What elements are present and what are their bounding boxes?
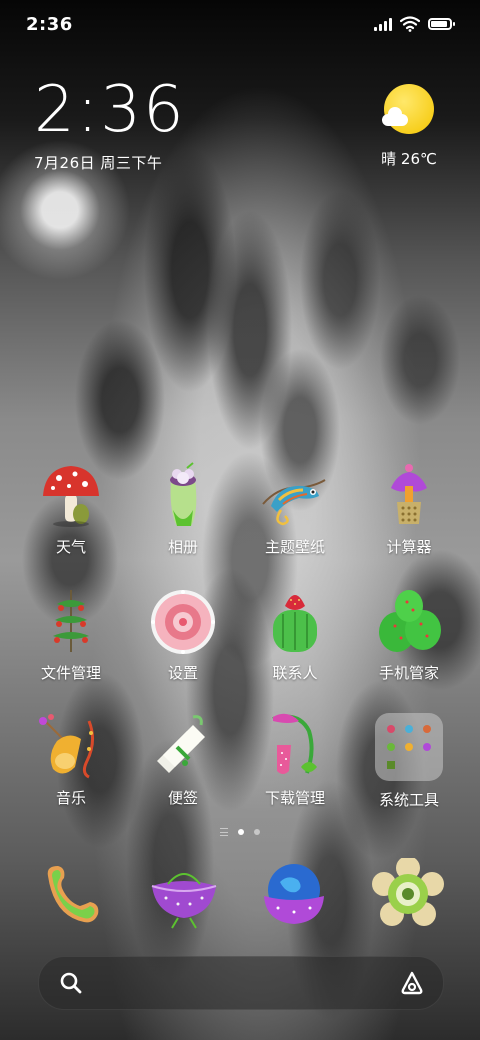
clock-time: 2:36 <box>34 73 186 147</box>
app-label: 便签 <box>167 789 198 807</box>
app-notes[interactable]: 便签 <box>128 711 238 808</box>
clock-widget[interactable]: 2:36 7月26日 周三下午 <box>34 78 186 173</box>
app-system-tools-folder[interactable]: 系统工具 <box>354 711 464 810</box>
cactus-cluster-icon <box>373 586 445 658</box>
phone-icon <box>47 866 99 923</box>
vine-tower-icon <box>35 586 107 658</box>
purple-flower-pot-icon <box>373 460 445 532</box>
dock-messages[interactable] <box>148 858 220 930</box>
hanging-flower-icon <box>259 711 331 783</box>
weather-text: 晴 26℃ <box>381 150 437 168</box>
page-list-icon[interactable] <box>220 828 228 836</box>
app-weather[interactable]: 天气 <box>16 460 126 557</box>
white-bouquet-icon <box>147 711 219 783</box>
app-downloads[interactable]: 下载管理 <box>240 711 350 808</box>
app-label: 下载管理 <box>264 789 325 807</box>
cactus-strawberry-icon <box>259 586 331 658</box>
folder-icon <box>373 713 445 785</box>
horn-flower-icon <box>35 711 107 783</box>
status-time: 2:36 <box>26 14 73 35</box>
page-dot-active[interactable] <box>238 829 244 835</box>
pitcher-plant-icon <box>147 460 219 532</box>
wifi-icon <box>400 16 420 32</box>
chameleon-icon <box>259 460 331 532</box>
dock-phone[interactable] <box>34 858 106 930</box>
weather-widget[interactable]: 晴 26℃ <box>374 82 444 169</box>
purple-bowl-icon <box>151 873 217 929</box>
app-label: 计算器 <box>386 538 432 556</box>
app-label: 主题壁纸 <box>264 538 325 556</box>
battery-fill <box>431 21 447 27</box>
app-themes[interactable]: 主题壁纸 <box>240 460 350 557</box>
app-label: 系统工具 <box>378 791 439 809</box>
battery-icon <box>428 18 455 30</box>
app-gallery[interactable]: 相册 <box>128 460 238 557</box>
mushroom-icon <box>35 460 107 532</box>
page-indicator[interactable] <box>0 828 480 836</box>
globe-icon <box>264 864 324 924</box>
page-dot[interactable] <box>254 829 260 835</box>
sunny-cloud-icon <box>382 82 436 136</box>
app-security[interactable]: 手机管家 <box>354 586 464 683</box>
app-label: 联系人 <box>272 664 318 682</box>
dock-camera[interactable] <box>372 858 444 930</box>
app-label: 音乐 <box>55 789 86 807</box>
app-calculator[interactable]: 计算器 <box>354 460 464 557</box>
status-bar: 2:36 <box>0 0 480 50</box>
dock-browser[interactable] <box>258 858 330 930</box>
app-label: 手机管家 <box>378 664 439 682</box>
app-music[interactable]: 音乐 <box>16 711 126 808</box>
green-flower-camera-icon <box>372 858 444 926</box>
search-bar[interactable] <box>38 956 444 1010</box>
pink-flower-icon <box>147 586 219 658</box>
search-icon[interactable] <box>59 971 83 995</box>
app-contacts[interactable]: 联系人 <box>240 586 350 683</box>
signal-icon <box>374 17 392 31</box>
app-label: 文件管理 <box>40 664 101 682</box>
app-label: 天气 <box>55 538 86 556</box>
app-settings[interactable]: 设置 <box>128 586 238 683</box>
app-files[interactable]: 文件管理 <box>16 586 126 683</box>
app-label: 相册 <box>167 538 198 556</box>
status-icons <box>374 16 455 32</box>
clock-date: 7月26日 周三下午 <box>34 154 163 172</box>
assistant-icon[interactable] <box>399 970 425 996</box>
app-label: 设置 <box>167 664 198 682</box>
